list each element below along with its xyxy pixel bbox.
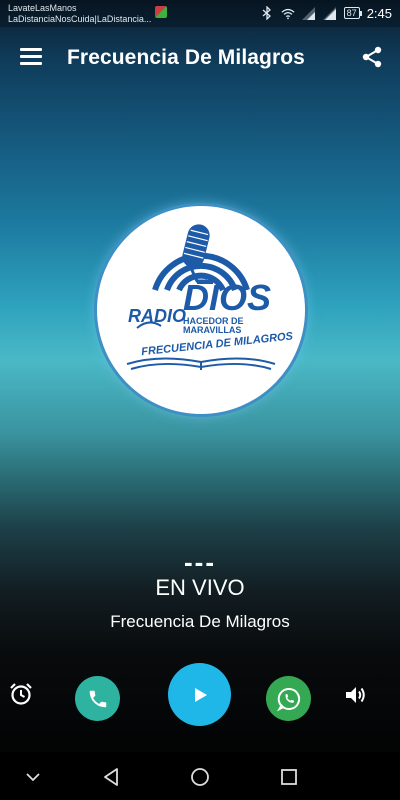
player-controls <box>0 660 400 730</box>
menu-icon[interactable] <box>20 48 42 66</box>
station-name: Frecuencia De Milagros <box>110 612 290 631</box>
notification-text: LavateLasManos LaDistanciaNosCuida|LaDis… <box>8 3 158 25</box>
logo-tagline-2: MARAVILLAS <box>183 325 241 335</box>
home-icon[interactable] <box>189 766 211 788</box>
signal-icon-1 <box>301 6 316 20</box>
signal-icon-2 <box>322 6 337 20</box>
volume-icon[interactable] <box>343 682 369 708</box>
clock: 2:45 <box>366 5 392 21</box>
alarm-icon[interactable] <box>8 681 34 707</box>
play-icon <box>194 687 207 702</box>
notification-line-2: LaDistanciaNosCuida|LaDistancia... <box>8 14 152 24</box>
play-button[interactable] <box>168 663 231 726</box>
app-bar: Frecuencia De Milagros <box>0 35 400 83</box>
chevron-down-icon[interactable] <box>22 766 44 788</box>
station-logo: RADIO DIOS HACEDOR DE MARAVILLAS FRECUEN… <box>97 206 305 414</box>
status-indicators: 87 2:45 <box>260 5 392 21</box>
wifi-icon <box>281 6 295 20</box>
share-icon[interactable] <box>360 45 384 69</box>
phone-icon <box>89 690 106 707</box>
recents-icon[interactable] <box>278 766 300 788</box>
bluetooth-icon <box>260 6 274 20</box>
notification-line-1: LavateLasManos <box>8 3 77 13</box>
system-nav-bar <box>0 752 400 800</box>
app-title: Frecuencia De Milagros <box>67 46 305 69</box>
back-icon[interactable] <box>100 766 122 788</box>
logo-word-dios: DIOS <box>183 277 271 318</box>
status-bar: LavateLasManos LaDistanciaNosCuida|LaDis… <box>0 0 400 27</box>
book-icon <box>126 357 276 370</box>
whatsapp-button[interactable] <box>266 676 311 721</box>
battery-indicator: 87 <box>343 7 362 19</box>
phone-button[interactable] <box>75 676 120 721</box>
notification-app-icon <box>155 6 167 18</box>
track-title: --- <box>184 547 216 577</box>
whatsapp-icon <box>276 687 300 711</box>
live-status: EN VIVO <box>155 575 245 600</box>
